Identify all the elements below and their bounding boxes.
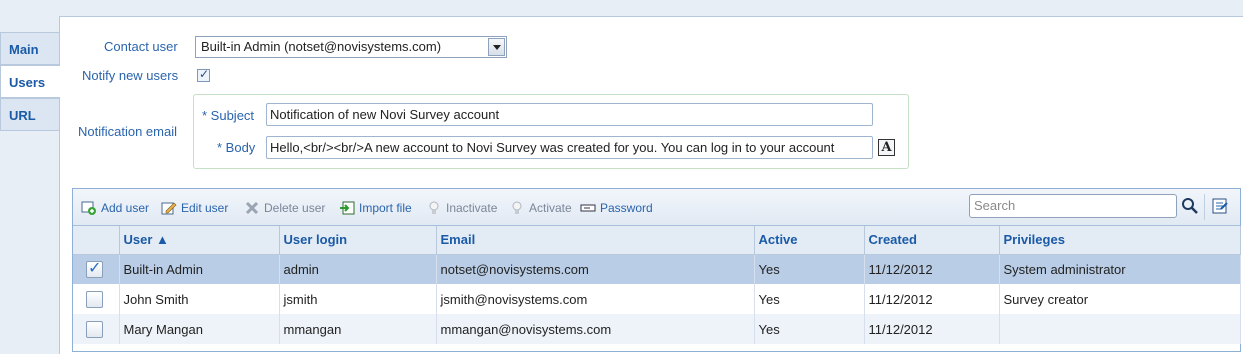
cell-user: Built-in Admin — [119, 254, 280, 284]
column-header-created[interactable]: Created — [864, 226, 1000, 255]
cell-user: Mary Mangan — [119, 314, 280, 344]
cell-created: 11/12/2012 — [864, 284, 1000, 314]
row-select-cell — [73, 314, 120, 344]
add-user-label: Add user — [101, 201, 150, 215]
cell-privileges: System administrator — [999, 254, 1241, 284]
subject-input[interactable]: Notification of new Novi Survey account — [266, 103, 873, 126]
edit-user-button[interactable]: Edit user — [161, 201, 228, 215]
grid-toolbar: Add user Edit user Delete user Import fi… — [73, 189, 1240, 226]
table-header-row: User ▲ User login Email Active Created P… — [73, 226, 1241, 255]
users-grid: Add user Edit user Delete user Import fi… — [72, 188, 1241, 352]
table-row[interactable]: Mary Mangan mmangan mmangan@novisystems.… — [73, 314, 1241, 344]
users-table: User ▲ User login Email Active Created P… — [73, 226, 1241, 344]
font-format-icon[interactable]: A — [878, 139, 895, 156]
top-strip — [0, 0, 1243, 16]
contact-user-select[interactable]: Built-in Admin (notset@novisystems.com) — [195, 36, 507, 58]
cell-active: Yes — [754, 314, 865, 344]
column-header-user[interactable]: User ▲ — [119, 226, 280, 255]
cell-active: Yes — [754, 254, 865, 284]
cell-created: 11/12/2012 — [864, 254, 1000, 284]
cell-user: John Smith — [119, 284, 280, 314]
row-checkbox[interactable] — [86, 290, 103, 308]
tab-main[interactable]: Main — [0, 32, 60, 65]
cell-login: admin — [279, 254, 437, 284]
cell-created: 11/12/2012 — [864, 314, 1000, 344]
lightbulb-icon — [512, 201, 522, 214]
password-icon — [580, 204, 596, 212]
chevron-down-icon[interactable] — [488, 38, 505, 56]
table-row[interactable]: Built-in Admin admin notset@novisystems.… — [73, 254, 1241, 284]
cell-privileges — [999, 314, 1241, 344]
tab-url[interactable]: URL — [0, 98, 60, 131]
column-header-active[interactable]: Active — [754, 226, 865, 255]
edit-user-label: Edit user — [181, 201, 229, 215]
notification-email-label: Notification email — [78, 124, 177, 139]
column-header-email[interactable]: Email — [436, 226, 755, 255]
notify-new-users-label: Notify new users — [82, 68, 179, 83]
password-label: Password — [600, 201, 653, 215]
cell-email: jsmith@novisystems.com — [436, 284, 755, 314]
search-input[interactable]: Search — [969, 194, 1177, 218]
contact-user-value: Built-in Admin (notset@novisystems.com) — [201, 39, 442, 54]
cell-active: Yes — [754, 284, 865, 314]
row-checkbox[interactable] — [86, 320, 103, 338]
import-icon — [340, 201, 355, 215]
inactivate-button[interactable]: Inactivate — [426, 201, 497, 215]
activate-button[interactable]: Activate — [509, 201, 572, 215]
row-select-cell — [73, 284, 120, 314]
edit-icon — [161, 202, 177, 215]
password-button[interactable]: Password — [580, 201, 653, 215]
cell-email: mmangan@novisystems.com — [436, 314, 755, 344]
body-input[interactable]: Hello,<br/><br/>A new account to Novi Su… — [266, 136, 873, 159]
delete-user-label: Delete user — [264, 201, 326, 215]
users-panel: Contact user Built-in Admin (notset@novi… — [59, 16, 1243, 354]
tab-users[interactable]: Users — [0, 65, 60, 98]
import-file-button[interactable]: Import file — [339, 201, 412, 215]
column-header-user-login[interactable]: User login — [279, 226, 437, 255]
subject-label: * Subject — [202, 108, 255, 123]
add-user-icon — [81, 201, 96, 215]
contact-user-label: Contact user — [104, 39, 178, 54]
cell-email: notset@novisystems.com — [436, 254, 755, 284]
search-icon[interactable] — [1181, 197, 1199, 215]
column-header-privileges[interactable]: Privileges — [999, 226, 1241, 255]
delete-user-button[interactable]: Delete user — [244, 201, 325, 215]
lightbulb-off-icon — [429, 201, 439, 214]
cell-privileges: Survey creator — [999, 284, 1241, 314]
activate-label: Activate — [529, 201, 572, 215]
cell-login: jsmith — [279, 284, 437, 314]
import-file-label: Import file — [359, 201, 412, 215]
table-row[interactable]: John Smith jsmith jsmith@novisystems.com… — [73, 284, 1241, 314]
row-checkbox[interactable] — [86, 258, 103, 278]
notify-new-users-checkbox[interactable] — [197, 67, 210, 82]
inactivate-label: Inactivate — [446, 201, 498, 215]
select-column-header — [73, 226, 120, 255]
export-icon[interactable] — [1211, 197, 1229, 215]
delete-icon — [245, 201, 259, 215]
toolbar-divider — [1204, 194, 1205, 220]
row-select-cell — [73, 254, 120, 284]
add-user-button[interactable]: Add user — [81, 201, 149, 215]
side-tabs: Main Users URL — [0, 32, 60, 131]
cell-login: mmangan — [279, 314, 437, 344]
body-label: * Body — [217, 140, 256, 155]
